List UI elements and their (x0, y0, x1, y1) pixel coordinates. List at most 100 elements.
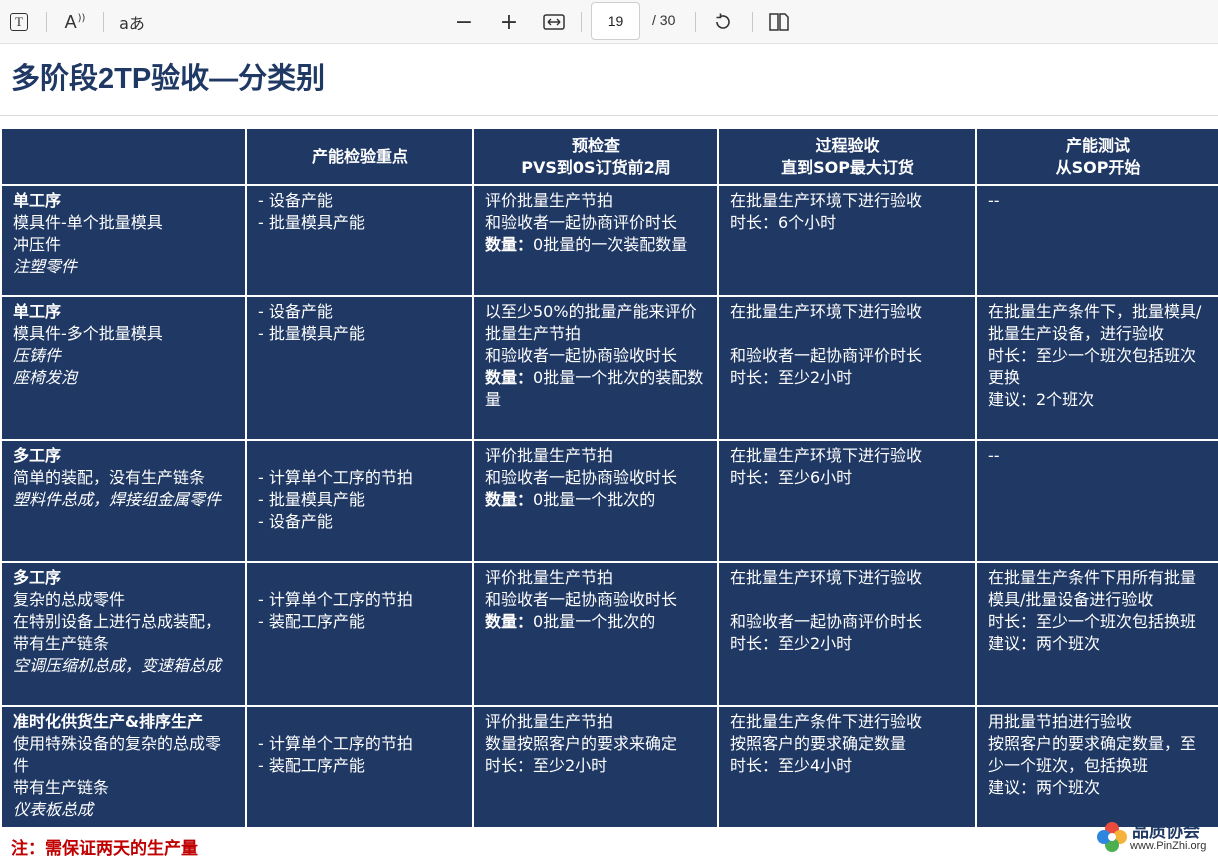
rotate-button[interactable] (707, 6, 739, 38)
watermark-logo: 品质协会 www.PinZhi.org (1092, 815, 1218, 857)
cell-text: 和验收者一起协商验收时长 (485, 590, 678, 609)
zoom-out-button[interactable]: − (448, 6, 480, 38)
cell-line: - 批量模具产能 (258, 212, 462, 234)
header-label: 预检查 (571, 135, 620, 155)
page-total: / 30 (652, 12, 676, 28)
table-cell: -- (975, 184, 1218, 297)
header-cell: 产能检验重点 (245, 127, 474, 186)
cell-text: 座椅发泡 (13, 368, 78, 387)
cell-text: -- (988, 446, 1000, 465)
cell-text: 建议：两个班次 (988, 634, 1101, 653)
cell-text: 在批量生产环境下进行验收 (730, 446, 923, 465)
cell-line: 模具件-多个批量模具 (13, 323, 235, 345)
cell-text: 时长：6个小时 (730, 213, 837, 232)
header-cell: 预检查 PVS到0S订货前2周 (472, 127, 719, 186)
cell-text: 评价批量生产节拍 (485, 191, 614, 210)
cell-line: 建议：两个班次 (988, 633, 1208, 655)
slide: 多阶段2TP验收—分类别 产能检验重点 预检查 PVS到0S订货前2周 过程验收直… (0, 45, 1218, 859)
cell-text: 时长：至少2小时 (485, 756, 608, 775)
cell-text: 评价批量生产节拍 (485, 446, 614, 465)
header-cell: 过程验收 直到SOP最大订货 (717, 127, 977, 186)
cell-line (258, 711, 462, 733)
cell-text: 复杂的总成零件 (13, 590, 126, 609)
cell-text: 在批量生产环境下进行验收 (730, 191, 923, 210)
cell-text: 单工序 (13, 191, 62, 210)
cell-line: - 设备产能 (258, 190, 462, 212)
cell-text: - 计算单个工序的节拍 (258, 468, 413, 487)
page-view-button[interactable] (763, 6, 795, 38)
cell-line: 单工序 (13, 301, 235, 323)
translate-button[interactable]: aあ (114, 6, 150, 38)
cell-text: 带有生产链条 (13, 778, 110, 797)
cell-text: 多工序 (13, 568, 62, 587)
cell-line: - 计算单个工序的节拍 (258, 733, 462, 755)
cell-line: 准时化供货生产&排序生产 (13, 711, 235, 733)
cell-line: 时长：至少一个班次包括班次更换 (988, 345, 1208, 389)
cell-line: 在批量生产环境下进行验收 (730, 567, 965, 589)
cell-text (258, 446, 263, 465)
cell-line: 数量：0批量一个批次的 (485, 611, 707, 633)
page-number-input[interactable] (591, 2, 640, 40)
cell-text: 和验收者一起协商评价时长 (730, 612, 923, 631)
table-cell: - 计算单个工序的节拍 - 批量模具产能 - 设备产能 (245, 439, 474, 563)
table-cell: 在批量生产环境下进行验收 和验收者一起协商评价时长 时长：至少2小时 (717, 295, 977, 441)
cell-text: 模具件-单个批量模具 (13, 213, 163, 232)
cell-text: 数量： (485, 368, 534, 387)
cell-text: 和验收者一起协商验收时长 (485, 346, 678, 365)
toolbar-divider (46, 12, 47, 32)
zoom-in-button[interactable]: + (493, 6, 525, 38)
table-row: 单工序 模具件-多个批量模具 压铸件 座椅发泡 - 设备产能 - 批量模具产能 以至少50%… (0, 295, 1218, 441)
toolbar-divider (695, 12, 696, 32)
table-row: 准时化供货生产&排序生产使用特殊设备的复杂的总成零件 带有生产链条 仪表板总成 - … (0, 705, 1218, 829)
cell-text: 建议：2个班次 (988, 390, 1095, 409)
cell-line: 多工序 (13, 445, 235, 467)
fit-width-button[interactable] (538, 6, 570, 38)
cell-text: 时长：至少4小时 (730, 756, 853, 775)
cell-text: 时长：至少2小时 (730, 368, 853, 387)
cell-line: 带有生产链条 (13, 777, 235, 799)
page-view-icon (769, 13, 789, 31)
table-cell: - 计算单个工序的节拍 - 装配工序产能 (245, 561, 474, 707)
cell-text: 仪表板总成 (13, 800, 94, 819)
cell-text: 冲压件 (13, 235, 62, 254)
cell-line: -- (988, 190, 1208, 212)
cell-line: 在批量生产环境下进行验收 (730, 190, 965, 212)
table-cell: 评价批量生产节拍 数量按照客户的要求来确定 时长：至少2小时 (472, 705, 719, 829)
cell-text: 建议：两个班次 (988, 778, 1101, 797)
cell-text: 按照客户的要求确定数量，至少一个班次，包括换班 (988, 734, 1197, 775)
cell-line: 空调压缩机总成，变速箱总成 (13, 655, 235, 677)
table-cell: 在批量生产环境下进行验收 时长：至少6小时 (717, 439, 977, 563)
cell-line: 评价批量生产节拍 (485, 445, 707, 467)
zoom-out-icon: − (454, 9, 474, 35)
cell-text (730, 324, 735, 343)
cell-line: - 批量模具产能 (258, 489, 462, 511)
cell-line: 简单的装配，没有生产链条 (13, 467, 235, 489)
logo-text: 品质协会 (1132, 822, 1200, 842)
read-aloud-button[interactable]: A)) (59, 6, 91, 38)
cell-line: - 计算单个工序的节拍 (258, 589, 462, 611)
logo-url: www.PinZhi.org (1130, 840, 1207, 852)
zoom-in-icon: + (499, 9, 519, 35)
header-label: 产能测试 (1065, 135, 1130, 155)
table-cell: - 设备产能 - 批量模具产能 (245, 184, 474, 297)
cell-line: 数量按照客户的要求来确定 (485, 733, 707, 755)
pdf-toolbar: T A)) aあ − + / 30 (0, 0, 1218, 44)
header-label: PVS到0S订货前2周 (521, 157, 671, 177)
cell-text: - 批量模具产能 (258, 324, 365, 343)
cell-text: 时长：至少6小时 (730, 468, 853, 487)
cell-line: 使用特殊设备的复杂的总成零件 (13, 733, 235, 777)
cell-line: 注塑零件 (13, 256, 235, 278)
flower-logo-icon (1097, 822, 1127, 852)
text-select-button[interactable]: T (3, 6, 35, 38)
cell-text: 准时化供货生产&排序生产 (13, 712, 203, 731)
table-cell: 单工序 模具件-多个批量模具 压铸件 座椅发泡 (0, 295, 247, 441)
header-label: 产能检验重点 (311, 146, 408, 166)
table-cell: - 设备产能 - 批量模具产能 (245, 295, 474, 441)
cell-text: 数量： (485, 235, 534, 254)
table-cell: 多工序 简单的装配，没有生产链条 塑料件总成，焊接组金属零件 (0, 439, 247, 563)
cell-line: 时长：6个小时 (730, 212, 965, 234)
cell-text: 单工序 (13, 302, 62, 321)
cell-text: 数量： (485, 612, 534, 631)
cell-line: - 装配工序产能 (258, 611, 462, 633)
cell-text: 和验收者一起协商验收时长 (485, 468, 678, 487)
